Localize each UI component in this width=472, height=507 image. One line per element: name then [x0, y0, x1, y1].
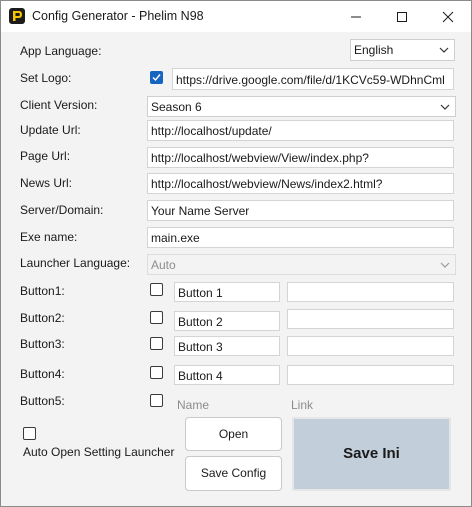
title-bar: Config Generator - Phelim N98	[1, 1, 471, 32]
button4-checkbox[interactable]	[150, 366, 163, 379]
close-icon	[442, 11, 454, 23]
set-logo-checkbox[interactable]	[150, 71, 163, 84]
button4-name-input[interactable]: Button 4	[174, 365, 280, 385]
config-generator-window: Config Generator - Phelim N98 App Langua…	[0, 0, 472, 507]
news-url-label: News Url:	[20, 176, 73, 190]
button3-checkbox[interactable]	[150, 337, 163, 350]
button5-name-placeholder: Name	[177, 398, 210, 412]
auto-open-checkbox[interactable]	[23, 427, 36, 440]
chevron-down-icon	[439, 47, 449, 53]
page-url-input[interactable]: http://localhost/webview/View/index.php?	[147, 147, 454, 168]
close-button[interactable]	[425, 1, 471, 32]
maximize-icon	[397, 12, 407, 22]
button5-link-placeholder: Link	[291, 398, 314, 412]
save-config-button[interactable]: Save Config	[185, 456, 282, 491]
client-version-value: Season 6	[151, 100, 202, 114]
button2-checkbox[interactable]	[150, 311, 163, 324]
launcher-language-value: Auto	[151, 258, 176, 272]
set-logo-label: Set Logo:	[20, 71, 72, 85]
chevron-down-icon	[440, 262, 450, 268]
update-url-input[interactable]: http://localhost/update/	[147, 120, 454, 141]
launcher-language-label: Launcher Language:	[20, 256, 131, 270]
button3-label: Button3:	[20, 337, 65, 351]
button4-label: Button4:	[20, 367, 65, 381]
server-domain-label: Server/Domain:	[20, 203, 104, 217]
button5-checkbox[interactable]	[150, 394, 163, 407]
button3-name-input[interactable]: Button 3	[174, 336, 280, 356]
update-url-label: Update Url:	[20, 123, 81, 137]
app-language-select[interactable]: English	[350, 39, 455, 61]
chevron-down-icon	[440, 104, 450, 110]
checkmark-icon	[152, 74, 161, 82]
save-ini-button[interactable]: Save Ini	[292, 417, 451, 491]
launcher-language-select: Auto	[147, 254, 456, 275]
app-language-label: App Language:	[20, 44, 102, 58]
button2-name-input[interactable]: Button 2	[174, 311, 280, 331]
app-language-value: English	[354, 43, 394, 57]
button2-label: Button2:	[20, 311, 65, 325]
client-version-select[interactable]: Season 6	[147, 96, 456, 117]
button1-link-input[interactable]	[287, 282, 454, 302]
button1-name-input[interactable]: Button 1	[174, 282, 280, 302]
open-button[interactable]: Open	[185, 417, 282, 451]
button1-label: Button1:	[20, 284, 65, 298]
auto-open-label: Auto Open Setting Launcher	[23, 445, 175, 459]
server-domain-input[interactable]: Your Name Server	[147, 200, 454, 221]
news-url-input[interactable]: http://localhost/webview/News/index2.htm…	[147, 173, 454, 194]
minimize-button[interactable]	[333, 1, 379, 32]
client-version-label: Client Version:	[20, 98, 98, 112]
button1-checkbox[interactable]	[150, 283, 163, 296]
page-url-label: Page Url:	[20, 149, 71, 163]
button4-link-input[interactable]	[287, 365, 454, 385]
app-logo-icon	[9, 8, 25, 24]
button2-link-input[interactable]	[287, 309, 454, 329]
button5-label: Button5:	[20, 394, 65, 408]
exe-name-input[interactable]: main.exe	[147, 227, 454, 248]
minimize-icon	[351, 16, 361, 18]
exe-name-label: Exe name:	[20, 230, 78, 244]
button3-link-input[interactable]	[287, 336, 454, 356]
maximize-button[interactable]	[379, 1, 425, 32]
logo-url-input[interactable]: https://drive.google.com/file/d/1KCVc59-…	[172, 68, 454, 90]
window-title: Config Generator - Phelim N98	[32, 9, 204, 23]
